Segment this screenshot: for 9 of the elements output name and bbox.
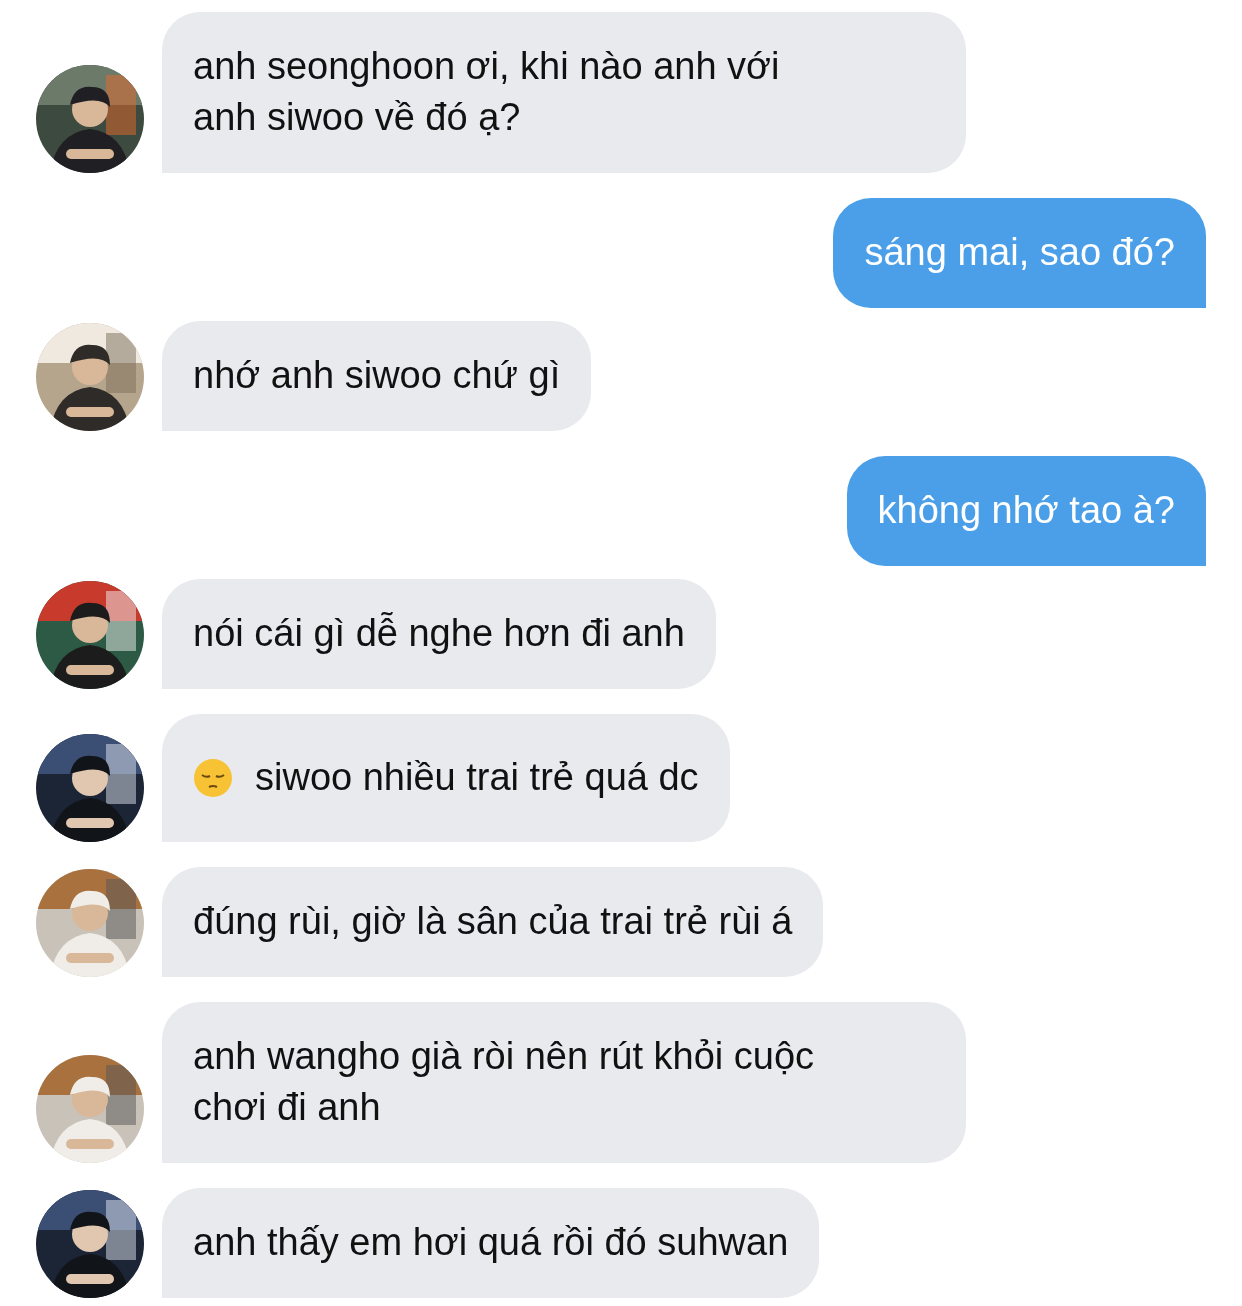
message-text: anh seonghoon ơi, khi nào anh với anh siwoo về đó ạ? xyxy=(193,44,780,140)
message-text: nhớ anh siwoo chứ gì xyxy=(193,353,561,398)
message-text: đúng rùi, giờ là sân của trai trẻ rùi á xyxy=(193,899,793,944)
message-text: anh thấy em hơi quá rồi đó suhwan xyxy=(193,1220,789,1265)
message-text: nói cái gì dễ nghe hơn đi anh xyxy=(193,611,685,656)
message-text: siwoo nhiều trai trẻ quá dc xyxy=(255,755,699,800)
message-text: không nhớ tao à? xyxy=(877,488,1175,533)
message-text: anh wangho già ròi nên rút khỏi cuộc chơi đi anh xyxy=(193,1034,815,1130)
message-text: sáng mai, sao đó? xyxy=(864,230,1175,275)
